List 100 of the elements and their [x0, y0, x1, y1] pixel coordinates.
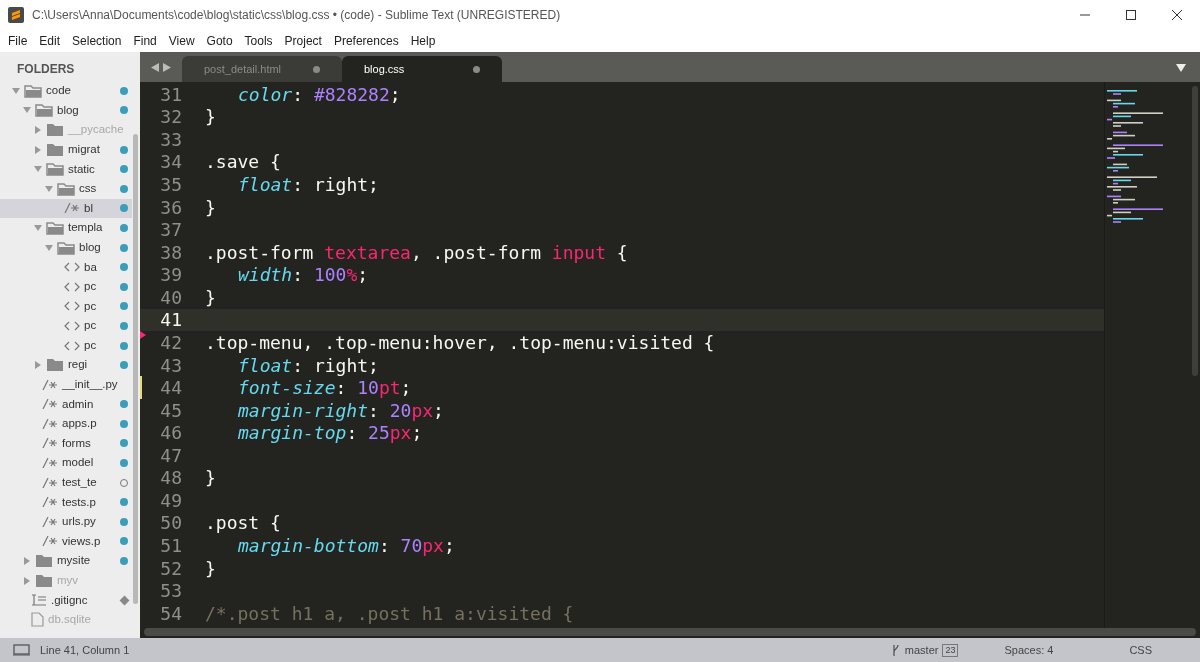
text-file-icon	[31, 594, 47, 607]
editor-horizontal-scrollbar[interactable]	[144, 628, 1196, 636]
collapsed-arrow-icon[interactable]	[23, 576, 31, 585]
file-name: __pycache	[68, 122, 124, 138]
menu-item[interactable]: Goto	[200, 32, 239, 50]
open-folder-icon	[46, 162, 64, 177]
cursor-position: Line 41, Column 1	[40, 642, 130, 658]
sidebar-heading: FOLDERS	[16, 61, 76, 78]
expanded-arrow-icon[interactable]	[34, 223, 42, 232]
line-number: 39	[160, 263, 182, 288]
expanded-arrow-icon[interactable]	[45, 184, 53, 193]
open-folder-icon	[35, 103, 53, 118]
indentation-setting[interactable]: Spaces: 4	[1004, 641, 1054, 659]
syntax-setting[interactable]: CSS	[1129, 641, 1152, 659]
code-line: float: right;	[237, 173, 379, 198]
menu-item[interactable]: Preferences	[327, 32, 405, 50]
menu-item[interactable]: Edit	[33, 32, 67, 50]
editor-tab[interactable]: blog.css	[342, 56, 502, 82]
menu-item[interactable]: View	[162, 32, 201, 50]
expanded-arrow-icon[interactable]	[34, 165, 42, 174]
line-number: 53	[160, 579, 182, 604]
comment-file-icon	[42, 536, 58, 547]
open-folder-icon	[24, 83, 42, 98]
tree-item[interactable]: static	[0, 159, 132, 179]
tree-item[interactable]: views.p	[0, 531, 132, 552]
tree-item[interactable]: code	[0, 81, 132, 101]
markup-file-icon	[64, 281, 80, 292]
tree-item[interactable]: apps.p	[0, 414, 132, 434]
collapsed-arrow-icon[interactable]	[34, 126, 42, 134]
tree-item[interactable]: templa	[0, 218, 132, 238]
tree-item[interactable]: blog	[0, 100, 132, 121]
tree-item[interactable]: ba	[0, 257, 132, 277]
collapsed-arrow-icon[interactable]	[23, 557, 31, 566]
file-name: admin	[62, 396, 94, 412]
line-number: 50	[160, 511, 182, 536]
line-number: 32	[160, 105, 182, 130]
file-icon	[31, 612, 44, 628]
menu-item[interactable]: Help	[404, 32, 442, 50]
tree-item[interactable]: pc	[0, 316, 132, 336]
menu-item[interactable]: Project	[278, 32, 328, 50]
comment-file-icon	[42, 418, 58, 429]
file-name: tests.p	[62, 494, 96, 510]
tree-item[interactable]: css	[0, 178, 132, 199]
line-number: 54	[160, 601, 182, 626]
comment-file-icon	[42, 438, 58, 449]
editor-scrollbar[interactable]	[1192, 86, 1198, 376]
collapsed-arrow-icon[interactable]	[34, 361, 42, 370]
tree-item[interactable]: regi	[0, 355, 132, 375]
menu-item[interactable]: Tools	[238, 32, 279, 50]
vertical-scrollbar[interactable]	[133, 134, 138, 604]
comment-file-icon	[42, 379, 58, 390]
tree-item[interactable]: __init__.py	[0, 374, 132, 395]
git-branch[interactable]: master	[904, 641, 939, 659]
line-number: 34	[160, 150, 182, 175]
dropdown-arrow-icon[interactable]	[1176, 64, 1186, 72]
tree-item[interactable]: test_te	[0, 472, 132, 493]
line-number: 43	[160, 353, 182, 378]
code-line: }	[204, 466, 216, 491]
line-number: 41	[160, 308, 182, 333]
menu-item[interactable]: File	[2, 32, 34, 50]
left-arrow-icon[interactable]	[151, 62, 159, 72]
expanded-arrow-icon[interactable]	[12, 86, 20, 95]
collapsed-arrow-icon[interactable]	[34, 145, 42, 154]
panel-icon[interactable]	[13, 644, 30, 656]
tree-item[interactable]: bl	[0, 198, 132, 219]
app-logo-icon	[8, 7, 24, 23]
markup-file-icon	[64, 301, 80, 312]
file-name: templa	[68, 220, 103, 236]
menu-item[interactable]: Find	[127, 32, 163, 50]
file-name: views.p	[62, 533, 101, 549]
tree-item[interactable]: blog	[0, 237, 132, 258]
tree-item[interactable]: urls.py	[0, 512, 132, 532]
tree-item[interactable]: .gitignc	[0, 590, 132, 611]
folder-icon	[46, 358, 64, 373]
tree-item[interactable]: forms	[0, 433, 132, 454]
right-arrow-icon[interactable]	[163, 62, 171, 72]
expanded-arrow-icon[interactable]	[45, 243, 53, 252]
tree-item[interactable]: model	[0, 453, 132, 473]
tree-item[interactable]: pc	[0, 335, 132, 356]
line-number: 47	[160, 443, 182, 468]
expanded-arrow-icon[interactable]	[23, 106, 31, 115]
tree-item[interactable]: pc	[0, 296, 132, 317]
file-name: mysite	[57, 553, 91, 569]
file-name: __init__.py	[62, 377, 118, 393]
line-number: 35	[160, 173, 182, 198]
branch-icon	[891, 643, 900, 657]
folder-icon	[35, 554, 53, 569]
file-name: test_te	[62, 475, 97, 491]
tree-item[interactable]: admin	[0, 394, 132, 415]
file-name: migrat	[68, 141, 100, 157]
line-number: 46	[160, 421, 182, 446]
file-name: apps.p	[62, 416, 97, 432]
tree-item[interactable]: tests.p	[0, 492, 132, 513]
folder-icon	[35, 573, 53, 588]
code-line: }	[204, 556, 216, 581]
code-line: .save {	[204, 150, 281, 175]
tree-item[interactable]: migrat	[0, 139, 132, 160]
tree-item[interactable]: pc	[0, 276, 132, 297]
menu-item[interactable]: Selection	[66, 32, 128, 50]
tree-item[interactable]: mysite	[0, 551, 132, 571]
